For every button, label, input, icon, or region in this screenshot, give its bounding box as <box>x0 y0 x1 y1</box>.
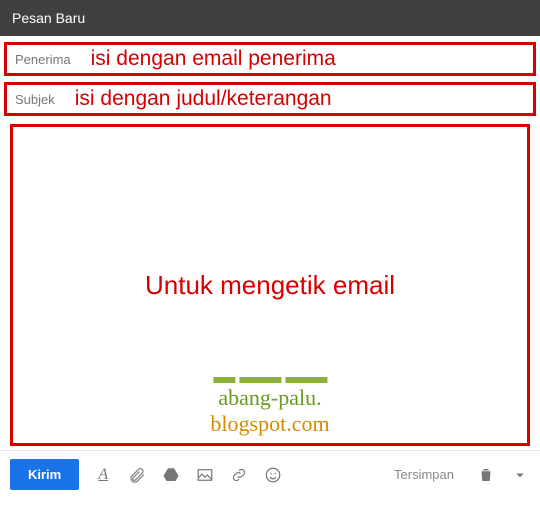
window-titlebar: Pesan Baru <box>0 0 540 36</box>
email-body-area[interactable]: Untuk mengetik email abang-palu. blogspo… <box>10 124 530 446</box>
subject-field[interactable]: Subjek isi dengan judul/keterangan <box>4 82 536 116</box>
recipients-label: Penerima <box>15 52 71 67</box>
subject-annotation: isi dengan judul/keterangan <box>75 87 332 111</box>
window-title: Pesan Baru <box>12 10 500 26</box>
compose-toolbar: Kirim A Tersimpan <box>0 450 540 498</box>
link-icon[interactable] <box>229 465 249 485</box>
watermark-line1: abang-palu. <box>210 385 329 411</box>
saved-status: Tersimpan <box>394 467 454 482</box>
watermark: abang-palu. blogspot.com <box>210 377 329 437</box>
emoji-icon[interactable] <box>263 465 283 485</box>
drive-icon[interactable] <box>161 465 181 485</box>
recipients-field[interactable]: Penerima isi dengan email penerima <box>4 42 536 76</box>
recipients-annotation: isi dengan email penerima <box>91 47 336 71</box>
photo-icon[interactable] <box>195 465 215 485</box>
window-controls <box>500 10 528 26</box>
formatting-icon[interactable]: A <box>93 465 113 485</box>
trash-icon[interactable] <box>476 465 496 485</box>
body-annotation: Untuk mengetik email <box>145 270 395 301</box>
watermark-line2: blogspot.com <box>210 411 329 437</box>
subject-label: Subjek <box>15 92 55 107</box>
send-button[interactable]: Kirim <box>10 459 79 490</box>
attachment-icon[interactable] <box>127 465 147 485</box>
more-options-icon[interactable] <box>510 465 530 485</box>
